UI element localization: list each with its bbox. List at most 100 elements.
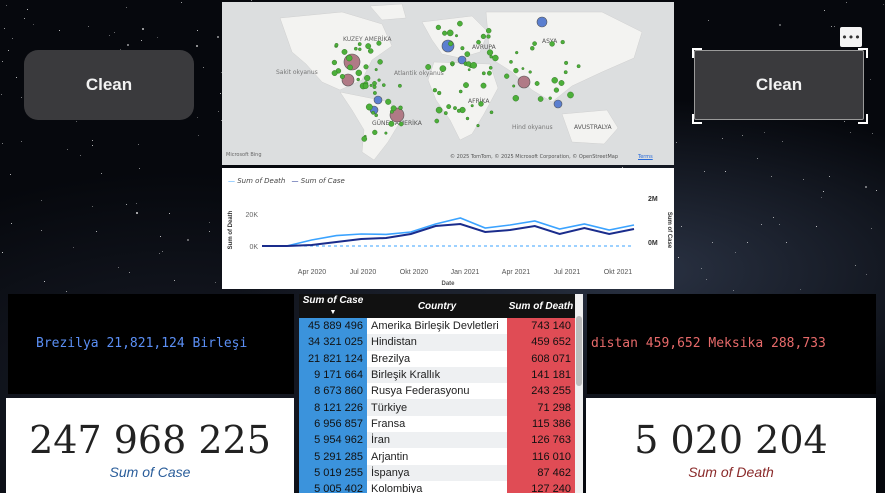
map-bubble[interactable] [476, 123, 480, 128]
clean-button-right[interactable]: Clean [694, 50, 864, 120]
map-bubble[interactable] [564, 60, 569, 65]
table-row[interactable]: 34 321 025 Hindistan 459 652 [299, 334, 575, 351]
map-bubble[interactable] [537, 96, 544, 102]
selection-handle[interactable] [858, 48, 868, 58]
map-bubble[interactable] [446, 104, 452, 110]
map-bubble[interactable] [548, 96, 552, 100]
map-bubble[interactable] [355, 69, 363, 77]
map-bubble[interactable] [517, 75, 531, 89]
map-bubble[interactable] [373, 95, 383, 105]
map-bubble[interactable] [363, 64, 369, 70]
table-row[interactable]: 9 171 664 Birleşik Krallık 141 181 [299, 366, 575, 384]
map-bubble[interactable] [376, 40, 382, 46]
map-bubble[interactable] [553, 87, 560, 93]
map-bubble[interactable] [339, 73, 345, 79]
map-bubble[interactable] [372, 129, 378, 135]
map-bubble[interactable] [486, 34, 491, 39]
column-header-country[interactable]: Country [367, 294, 507, 318]
map-bubble[interactable] [356, 77, 360, 82]
map-bubble[interactable] [458, 89, 463, 94]
map-bubble[interactable] [504, 73, 510, 79]
map-bubble[interactable] [398, 121, 404, 127]
map-bubble[interactable] [481, 71, 486, 76]
map-bubble[interactable] [463, 82, 469, 89]
map-bubble[interactable] [536, 16, 548, 28]
map-bubble[interactable] [486, 70, 492, 76]
map-bubble[interactable] [432, 88, 437, 93]
map-bubble[interactable] [364, 74, 371, 82]
line-chart[interactable]: — Sum of Death — Sum of Case 20K 0K 2M 0M Ap… [222, 168, 674, 289]
map-bubble[interactable] [390, 105, 397, 112]
table-row[interactable]: 5 019 255 İspanya 87 462 [299, 464, 575, 481]
map-bubble[interactable] [439, 65, 447, 72]
map-bubble[interactable] [480, 82, 487, 89]
map-bubble[interactable] [437, 90, 442, 96]
map-bubble[interactable] [425, 64, 432, 70]
map-bubble[interactable] [456, 108, 461, 113]
selection-handle[interactable] [692, 48, 702, 58]
map-bubble[interactable] [347, 64, 353, 71]
map-bubble[interactable] [388, 120, 395, 127]
map-bubble[interactable] [521, 67, 525, 71]
map-bubble[interactable] [528, 70, 532, 74]
map-bubble[interactable] [434, 118, 440, 124]
map-bubble[interactable] [551, 77, 558, 84]
map-bubble[interactable] [331, 70, 338, 77]
map-bubble[interactable] [345, 54, 353, 62]
map-bubble[interactable] [489, 110, 494, 115]
table-row[interactable]: 5 005 402 Kolombiya 127 240 [299, 480, 575, 493]
map-bubble[interactable] [369, 83, 373, 87]
clean-button-left[interactable]: Clean [24, 50, 194, 120]
map-bubble[interactable] [486, 28, 492, 34]
column-header-death[interactable]: Sum of Death [507, 294, 575, 318]
map-bubble[interactable] [465, 61, 472, 67]
map-bubble[interactable] [442, 30, 448, 36]
table-row[interactable]: 5 954 962 İran 126 763 [299, 432, 575, 449]
map-bubble[interactable] [448, 41, 454, 47]
map-bubble[interactable] [549, 41, 555, 47]
map-bubble[interactable] [567, 91, 574, 99]
map-bubble[interactable] [512, 84, 516, 88]
map-bubble[interactable] [450, 63, 454, 67]
map-bubble[interactable] [446, 29, 454, 37]
table-row[interactable]: 5 291 285 Arjantin 116 010 [299, 448, 575, 465]
map-bubble[interactable] [576, 64, 581, 69]
map-bubble[interactable] [397, 83, 402, 88]
map-bubble[interactable] [381, 83, 386, 87]
map-bubble[interactable] [374, 68, 378, 72]
map-bubble[interactable] [454, 34, 458, 38]
map-bubble[interactable] [372, 81, 377, 86]
table-row[interactable]: 8 673 860 Rusya Federasyonu 243 255 [299, 383, 575, 400]
map-bubble[interactable] [358, 47, 362, 51]
map-bubble[interactable] [476, 39, 481, 45]
map-bubble[interactable] [371, 110, 376, 115]
more-options-button[interactable]: ••• [840, 27, 862, 47]
map-bubble[interactable] [480, 33, 487, 40]
map-bubble[interactable] [457, 20, 463, 27]
map-bubble[interactable] [453, 106, 457, 111]
map-bubble[interactable] [435, 106, 443, 114]
table-row[interactable]: 6 956 857 Fransa 115 386 [299, 415, 575, 433]
map-bubble[interactable] [486, 49, 494, 56]
map-bubble[interactable] [563, 70, 568, 75]
map-bubble[interactable] [384, 131, 388, 135]
map-bubble[interactable] [365, 103, 373, 111]
map-bubble[interactable] [470, 104, 474, 108]
map-bubble[interactable] [365, 43, 372, 49]
map-bubble[interactable] [488, 66, 493, 70]
table-scrollbar-thumb[interactable] [576, 316, 582, 386]
column-header-case[interactable]: Sum of Case ▼ [299, 294, 367, 318]
map-bubble[interactable] [470, 62, 477, 69]
map-bubble[interactable] [372, 91, 377, 95]
map-bubble[interactable] [558, 80, 565, 86]
map-bubble[interactable] [464, 51, 471, 57]
map-bubble[interactable] [532, 41, 537, 46]
map-bubble[interactable] [492, 54, 499, 62]
map-bubble[interactable] [362, 83, 369, 89]
map-bubble[interactable] [374, 113, 378, 118]
map-bubble[interactable] [341, 49, 348, 55]
map-bubble[interactable] [331, 59, 338, 66]
country-table[interactable]: Sum of Case ▼ Country Sum of Death 45 889… [299, 294, 583, 493]
world-map[interactable]: KUZEY AMERİKA Sakit okyanus Atlantik oky… [222, 2, 674, 165]
map-bubble[interactable] [377, 78, 381, 82]
